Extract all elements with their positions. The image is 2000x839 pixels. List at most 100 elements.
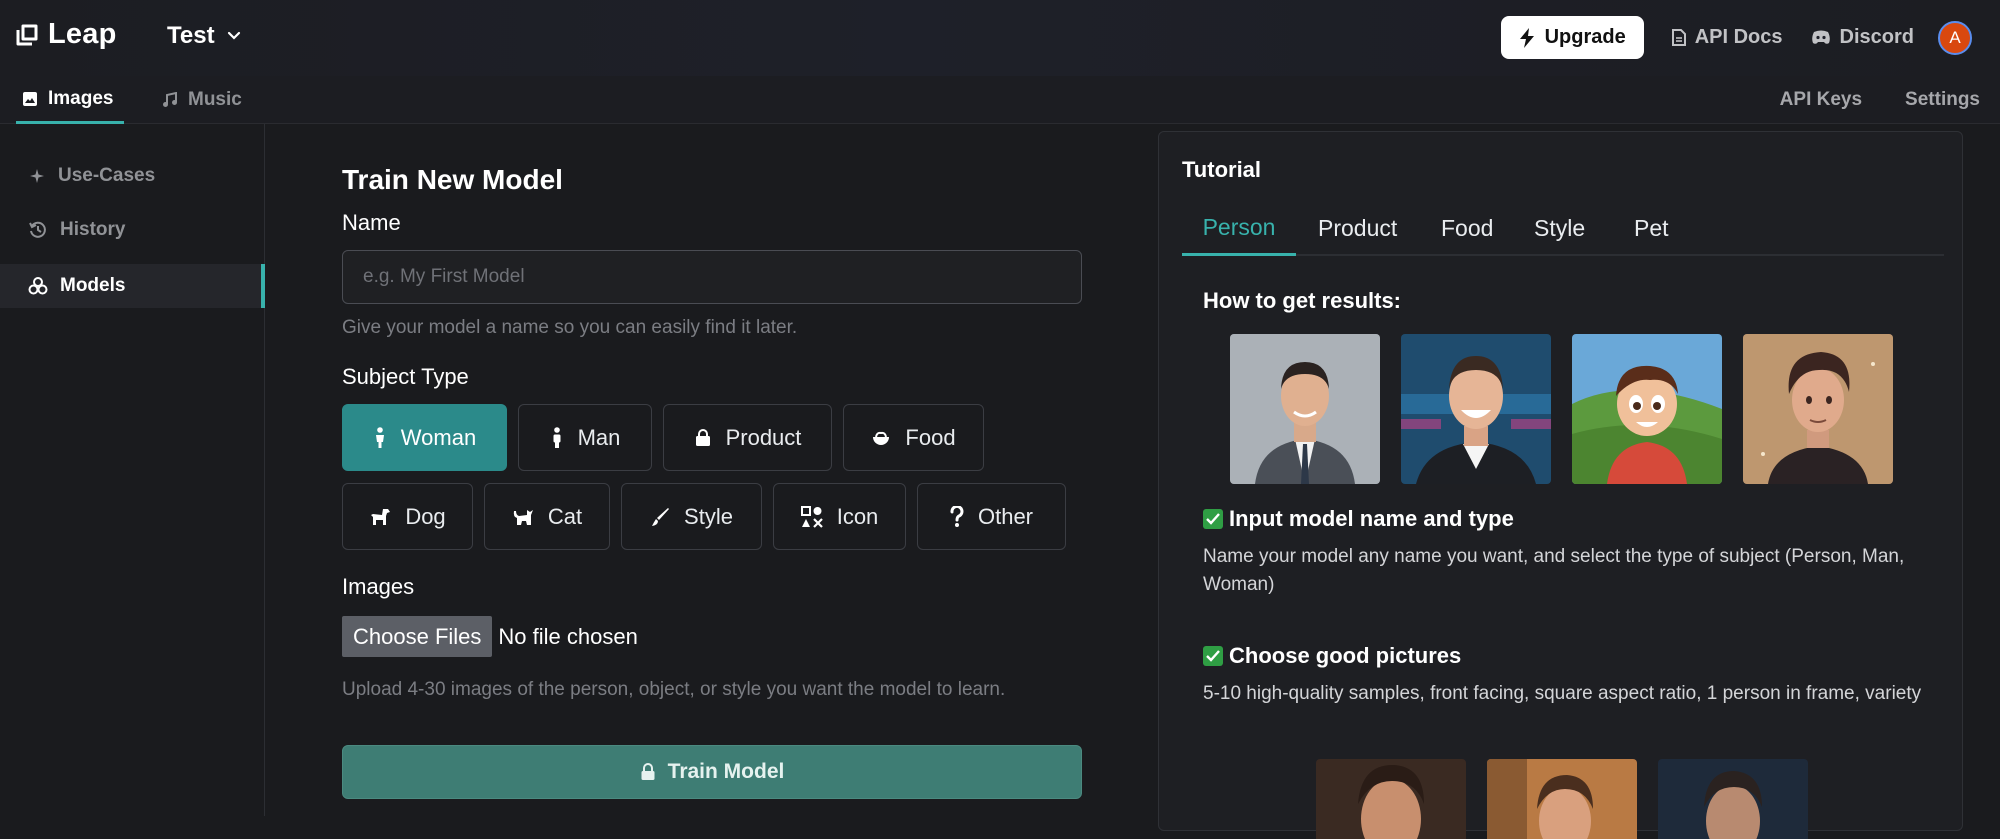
bowl-icon [873, 431, 890, 445]
discord-link[interactable]: Discord [1811, 26, 1914, 49]
history-icon [29, 221, 46, 238]
step-1-body: Name your model any name you want, and s… [1203, 546, 1905, 595]
subject-chip-label: Woman [400, 424, 477, 450]
top-right-actions: Upgrade API Docs Discord A [1500, 16, 1972, 59]
subject-other-chip[interactable]: Other [917, 483, 1066, 550]
sidebar-item-use-cases[interactable]: Use-Cases [0, 154, 265, 198]
tab-style[interactable]: Style [1534, 201, 1585, 256]
train-model-label: Train Model [667, 760, 785, 783]
sparkle-icon [30, 169, 44, 183]
step-1-heading: Input model name and type [1203, 506, 1514, 532]
example-photo-stadium [1401, 334, 1551, 484]
subject-cat-chip[interactable]: Cat [484, 483, 610, 550]
sidebar: Use-Cases History Models [0, 124, 265, 816]
tab-product[interactable]: Product [1318, 201, 1397, 256]
models-icon [28, 277, 48, 295]
example-photo-cartoon [1572, 334, 1722, 484]
images-hint: Upload 4-30 images of the person, object… [342, 679, 1006, 700]
subject-chip-label: Style [684, 503, 733, 529]
choose-files-button[interactable]: Choose Files [342, 616, 493, 657]
subject-type-label: Subject Type [342, 364, 469, 389]
logo[interactable]: Leap [14, 18, 117, 51]
api-keys-link[interactable]: API Keys [1780, 89, 1862, 111]
sidebar-item-label: History [60, 219, 126, 240]
discord-label: Discord [1839, 26, 1914, 48]
tutorial-tabs: Person Product Food Style Pet [1182, 201, 1944, 256]
train-model-form: Train New Model Name Give your model a n… [266, 124, 1151, 816]
tab-images[interactable]: Images [16, 76, 124, 124]
checkmark-icon [1203, 646, 1223, 666]
lock-icon [641, 763, 655, 780]
tutorial-panel: Tutorial Person Product Food Style Pet H… [1158, 131, 1963, 839]
subject-chip-label: Man [577, 424, 621, 450]
upgrade-button[interactable]: Upgrade [1500, 16, 1644, 59]
subject-style-chip[interactable]: Style [621, 483, 762, 550]
discord-icon [1811, 30, 1830, 44]
step-2-body: 5-10 high-quality samples, front facing,… [1203, 683, 1922, 704]
subnav-right-links: API Keys Settings [1780, 76, 1980, 124]
subject-woman-chip[interactable]: Woman [342, 404, 507, 471]
settings-link[interactable]: Settings [1905, 89, 1980, 111]
project-name: Test [167, 22, 215, 49]
bag-icon [695, 428, 710, 446]
logo-text: Leap [48, 18, 117, 50]
sample-photo-1 [1316, 759, 1466, 839]
subject-chip-label: Cat [547, 503, 583, 529]
how-to-heading: How to get results: [1203, 288, 1402, 313]
images-label: Images [342, 574, 415, 599]
step-heading-text: Choose good pictures [1229, 643, 1462, 668]
subject-chip-label: Product [725, 424, 802, 450]
example-photo-illustration [1743, 334, 1893, 484]
image-icon [23, 91, 37, 106]
shapes-icon [800, 505, 823, 528]
tab-music-label: Music [188, 89, 242, 110]
tab-person[interactable]: Person [1182, 201, 1296, 256]
model-name-input[interactable] [342, 250, 1082, 304]
sidebar-item-history[interactable]: History [0, 208, 265, 252]
train-model-button[interactable]: Train Model [342, 745, 1082, 799]
lightning-icon [1519, 27, 1534, 48]
top-bar: Leap Test Upgrade API Docs Discord A [0, 0, 2000, 76]
sub-navigation: Images Music API Keys Settings [0, 76, 2000, 124]
subject-man-chip[interactable]: Man [518, 404, 652, 471]
sample-photo-2 [1487, 759, 1637, 839]
name-hint: Give your model a name so you can easily… [342, 317, 798, 338]
chevron-down-icon [227, 31, 240, 40]
api-docs-label: API Docs [1694, 26, 1783, 48]
subject-food-chip[interactable]: Food [843, 404, 984, 471]
subject-chip-label: Food [905, 424, 956, 450]
tab-food[interactable]: Food [1441, 201, 1493, 256]
subject-product-chip[interactable]: Product [663, 404, 832, 471]
tab-music[interactable]: Music [162, 76, 242, 124]
dog-icon [371, 508, 391, 525]
subject-chip-label: Other [977, 503, 1034, 529]
sidebar-item-label: Models [60, 275, 126, 296]
leap-logo-icon [16, 24, 38, 45]
tab-pet[interactable]: Pet [1634, 201, 1669, 256]
example-photo-professional [1230, 334, 1380, 484]
file-picker: Choose Files No file chosen [342, 616, 638, 657]
page-title: Train New Model [342, 164, 563, 195]
subject-chip-label: Icon [836, 503, 879, 529]
avatar[interactable]: A [1938, 20, 1972, 55]
cat-icon [513, 509, 533, 525]
checkmark-icon [1203, 509, 1223, 529]
question-icon [950, 505, 964, 527]
subject-dog-chip[interactable]: Dog [342, 483, 473, 550]
project-selector[interactable]: Test [167, 22, 241, 50]
tab-images-label: Images [48, 87, 114, 109]
step-2-heading: Choose good pictures [1203, 643, 1461, 669]
step-heading-text: Input model name and type [1229, 506, 1514, 531]
api-docs-link[interactable]: API Docs [1671, 26, 1783, 49]
music-note-icon [163, 92, 177, 107]
document-icon [1671, 29, 1686, 46]
subject-icon-chip[interactable]: Icon [773, 483, 906, 550]
sidebar-item-models[interactable]: Models [0, 264, 265, 308]
brush-icon [652, 507, 670, 526]
sidebar-item-label: Use-Cases [58, 165, 156, 186]
name-label: Name [342, 210, 401, 235]
man-icon [553, 426, 561, 448]
file-status: No file chosen [498, 623, 638, 649]
woman-icon [375, 426, 384, 448]
subject-chip-label: Dog [405, 503, 446, 529]
